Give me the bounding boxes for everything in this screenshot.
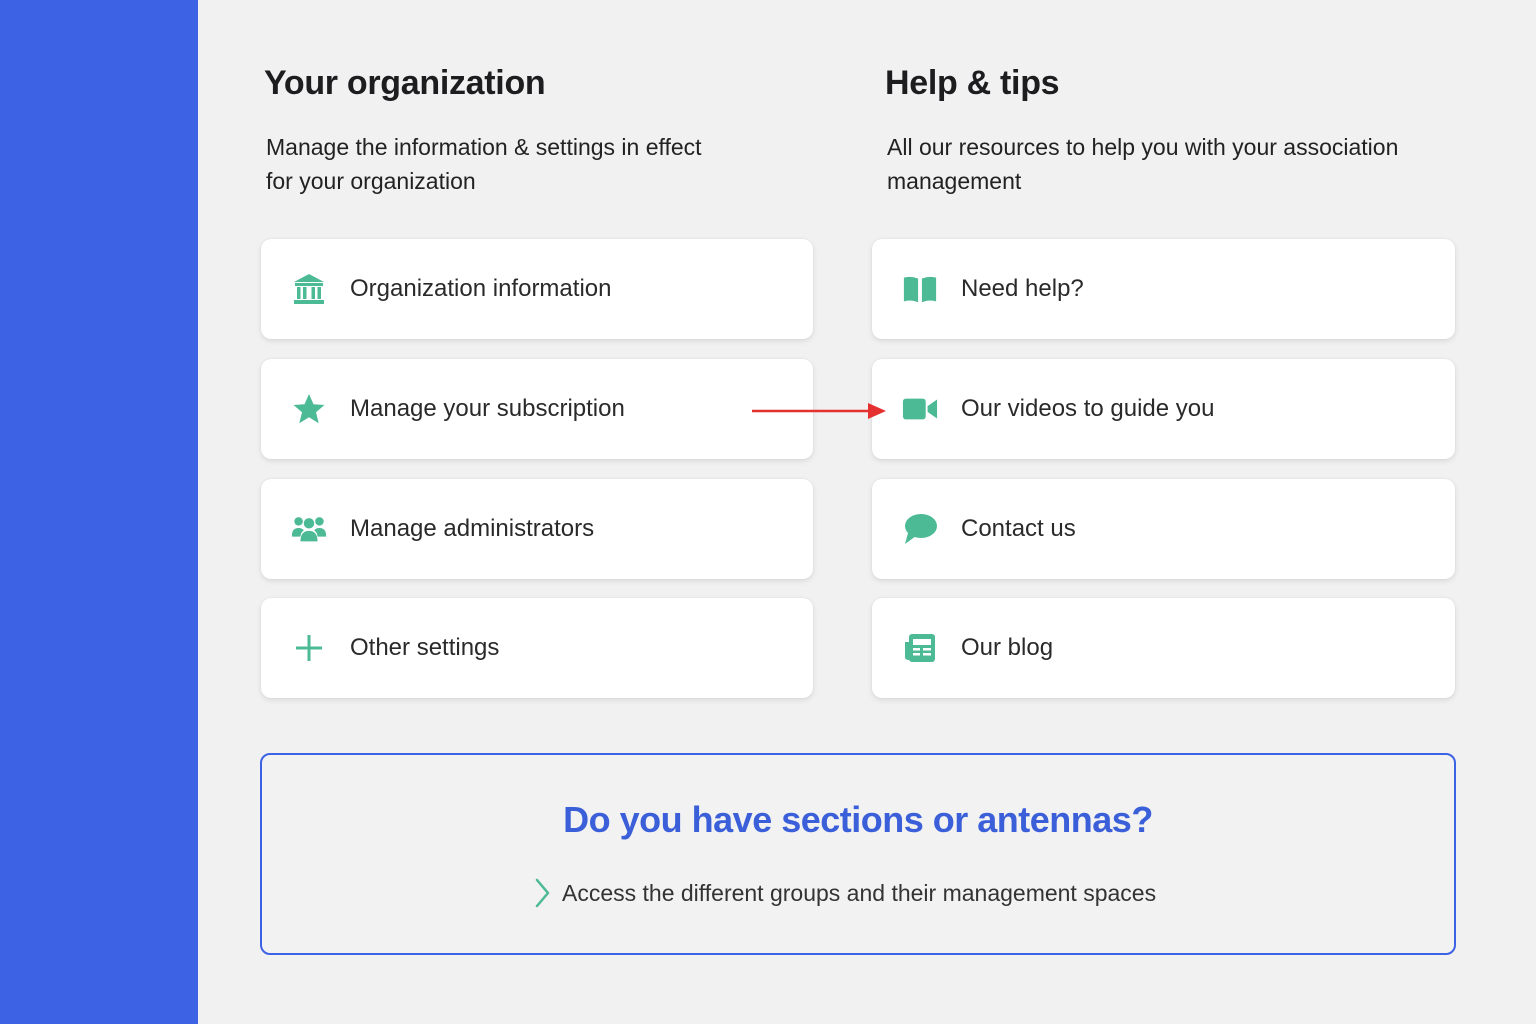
need-help-label: Need help? xyxy=(961,275,1084,302)
our-blog-card[interactable]: Our blog xyxy=(872,598,1455,698)
video-camera-icon xyxy=(902,389,938,429)
newspaper-icon xyxy=(902,628,938,668)
organization-information-label: Organization information xyxy=(350,275,612,302)
videos-guide-label: Our videos to guide you xyxy=(961,395,1215,422)
chevron-right-icon xyxy=(535,878,550,908)
sections-panel: Do you have sections or antennas? Access… xyxy=(260,753,1456,955)
organization-title: Your organization xyxy=(264,64,546,102)
users-group-icon xyxy=(291,509,327,549)
help-description-line: management xyxy=(887,168,1022,194)
organization-description-line: Manage the information & settings in eff… xyxy=(266,134,702,160)
star-icon xyxy=(291,389,327,429)
other-settings-card[interactable]: Other settings xyxy=(261,598,813,698)
organization-description: Manage the information & settings in eff… xyxy=(266,130,702,198)
organization-description-line: for your organization xyxy=(266,168,476,194)
access-groups-link-text: Access the different groups and their ma… xyxy=(562,879,1157,906)
manage-administrators-card[interactable]: Manage administrators xyxy=(261,479,813,579)
manage-administrators-label: Manage administrators xyxy=(350,515,595,542)
need-help-card[interactable]: Need help? xyxy=(872,239,1455,339)
annotation-arrow-icon xyxy=(752,403,886,419)
other-settings-label: Other settings xyxy=(350,634,500,661)
videos-guide-card[interactable]: Our videos to guide you xyxy=(872,359,1455,459)
open-book-icon xyxy=(902,269,938,309)
help-description-line: All our resources to help you with your … xyxy=(887,134,1399,160)
our-blog-label: Our blog xyxy=(961,634,1054,661)
contact-us-label: Contact us xyxy=(961,515,1076,542)
manage-subscription-card[interactable]: Manage your subscription xyxy=(261,359,813,459)
chat-bubble-icon xyxy=(902,509,938,549)
plus-icon xyxy=(291,628,327,668)
help-title: Help & tips xyxy=(885,64,1060,102)
help-description: All our resources to help you with your … xyxy=(887,130,1398,198)
sections-title: Do you have sections or antennas? xyxy=(563,799,1153,840)
contact-us-card[interactable]: Contact us xyxy=(872,479,1455,579)
sidebar xyxy=(0,0,198,1024)
bank-building-icon xyxy=(291,269,327,309)
manage-subscription-label: Manage your subscription xyxy=(350,395,625,422)
access-groups-link[interactable]: Access the different groups and their ma… xyxy=(532,873,1156,913)
organization-information-card[interactable]: Organization information xyxy=(261,239,813,339)
